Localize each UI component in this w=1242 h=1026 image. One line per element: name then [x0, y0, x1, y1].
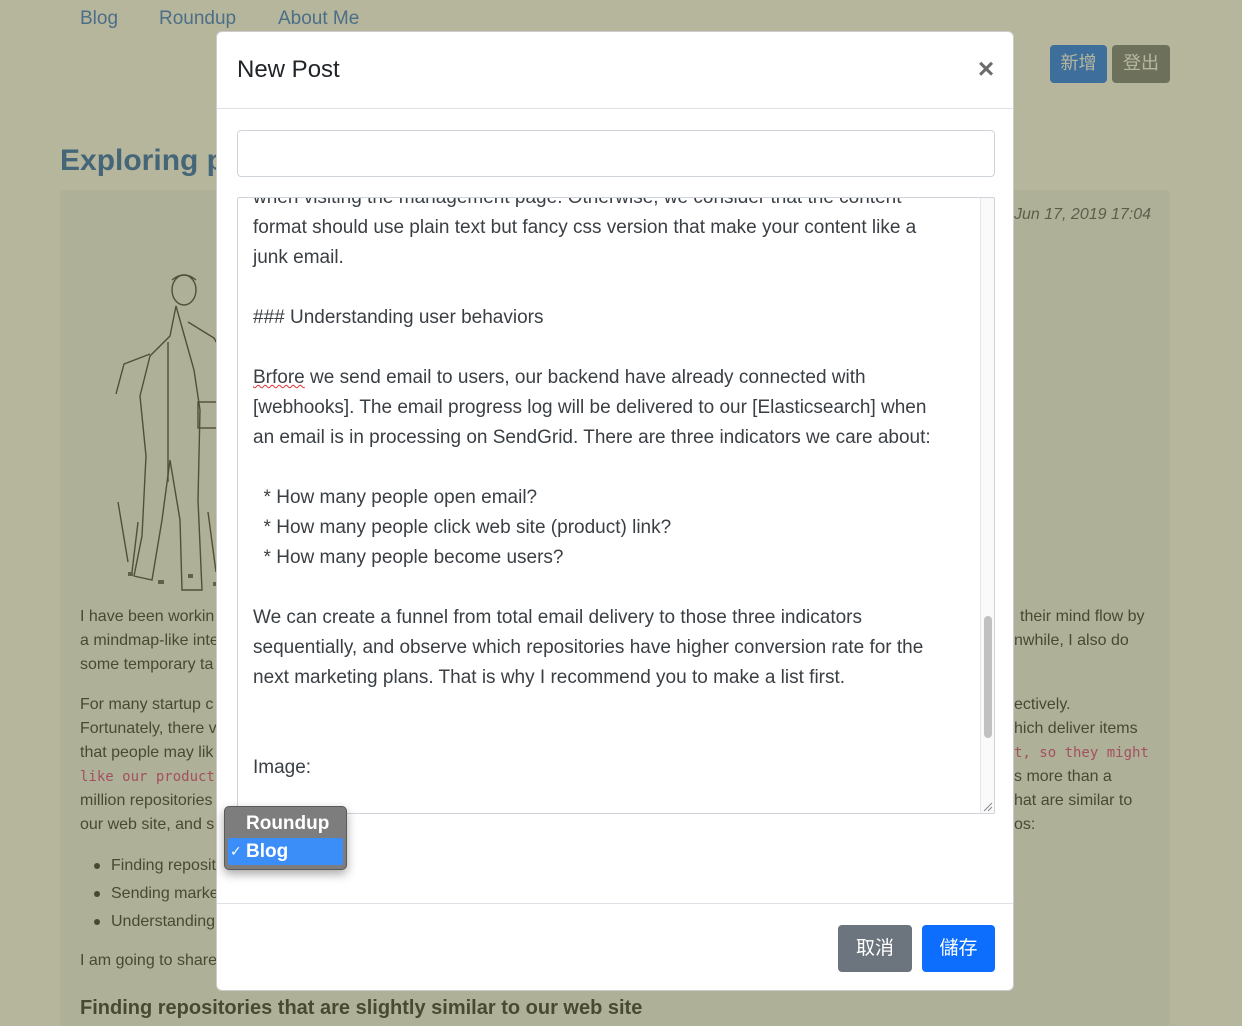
category-select-dropdown[interactable]: Roundup ✓ Blog [224, 806, 347, 870]
editor-line: * How many people click web site (produc… [253, 517, 672, 538]
select-option-blog[interactable]: ✓ Blog [228, 838, 343, 865]
modal-header: New Post × [217, 32, 1013, 109]
editor-line: ### Understanding user behaviors [253, 307, 544, 328]
editor-line-rest: we send email to users, our backend have… [304, 367, 866, 388]
modal-footer: 取消 儲存 [217, 903, 1013, 990]
editor-line: an email is in processing on SendGrid. T… [253, 427, 931, 448]
modal-title: New Post [237, 56, 340, 83]
editor-line: * How many people become users? [253, 547, 564, 568]
editor-line: junk email. [253, 247, 344, 268]
editor-line: ​ [253, 273, 973, 303]
misspelled-word: Brfore [253, 367, 305, 388]
option-label: Roundup [246, 813, 330, 834]
editor-line: [webhooks]. The email progress log will … [253, 397, 927, 418]
scrollbar-thumb[interactable] [984, 616, 992, 738]
close-icon[interactable]: × [973, 54, 999, 84]
editor-line: We can create a funnel from total email … [253, 607, 863, 628]
select-option-roundup[interactable]: Roundup [228, 810, 343, 837]
editor-line: when visiting the management page. Other… [253, 197, 902, 208]
post-content-textarea[interactable]: when visiting the management page. Other… [237, 197, 995, 814]
editor-line: ​ [253, 453, 973, 483]
editor-line: ​ [253, 693, 973, 723]
editor-content: when visiting the management page. Other… [253, 197, 973, 783]
editor-line: format should use plain text but fancy c… [253, 217, 917, 238]
editor-line: ​ [253, 333, 973, 363]
editor-line: sequentially, and observe which reposito… [253, 637, 924, 658]
editor-line: Image: [253, 757, 312, 778]
check-icon: ✓ [230, 843, 242, 859]
editor-line: next marketing plans. That is why I reco… [253, 667, 846, 688]
save-button[interactable]: 儲存 [922, 925, 995, 972]
editor-line: Brfore we send email to users, our backe… [253, 363, 973, 393]
editor-line: ​ [253, 723, 973, 753]
editor-scrollbar[interactable] [980, 198, 994, 813]
option-label: Blog [246, 841, 289, 862]
editor-line: ​ [253, 573, 973, 603]
editor-line: * How many people open email? [253, 487, 538, 508]
cancel-button[interactable]: 取消 [838, 925, 912, 972]
post-title-input[interactable] [237, 130, 995, 177]
resize-grip-icon[interactable] [982, 801, 993, 812]
